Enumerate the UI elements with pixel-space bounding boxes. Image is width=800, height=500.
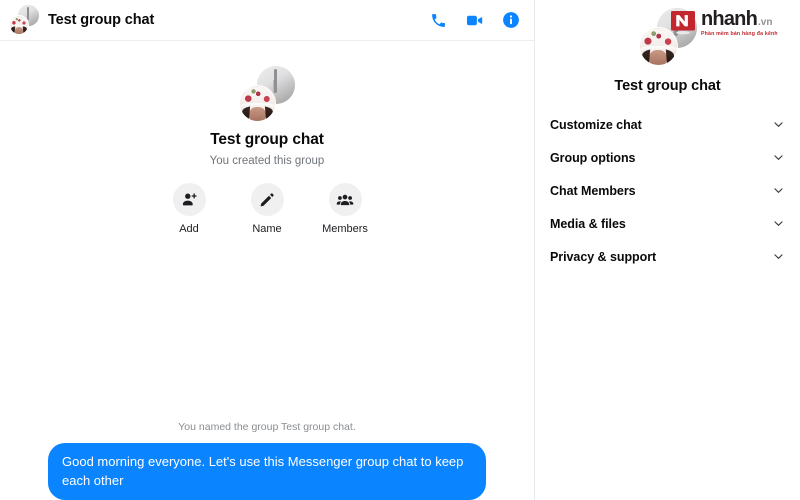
avatar-primary [9, 15, 29, 35]
system-message: You named the group Test group chat. [178, 421, 356, 433]
chevron-down-icon [772, 184, 785, 197]
avatar-primary [239, 85, 276, 122]
add-people-label: Add [179, 223, 199, 235]
menu-item-label: Chat Members [550, 183, 636, 198]
menu-item-label: Group options [550, 150, 636, 165]
quick-actions: Add Name Members [161, 183, 373, 235]
chat-column: Test group chat Test group chat You crea… [0, 0, 535, 500]
menu-item-label: Media & files [550, 216, 626, 231]
menu-item-chat-members[interactable]: Chat Members [546, 174, 789, 207]
info-circle-icon [503, 12, 519, 28]
add-person-icon [182, 193, 197, 206]
add-people-button[interactable]: Add [161, 183, 217, 235]
change-name-button[interactable]: Name [239, 183, 295, 235]
messenger-window: Test group chat Test group chat You crea… [0, 0, 800, 500]
outgoing-message-bubble[interactable]: Good morning everyone. Let's use this Me… [48, 443, 486, 500]
video-call-button[interactable] [465, 11, 484, 30]
chevron-down-icon [772, 118, 785, 131]
audio-call-button[interactable] [430, 12, 447, 29]
header-actions [430, 11, 520, 30]
pencil-circle [250, 183, 284, 216]
group-avatar-large[interactable] [239, 66, 295, 122]
conversation-footer: You named the group Test group chat. Goo… [0, 421, 534, 500]
conversation-body: Test group chat You created this group A… [0, 41, 534, 500]
phone-icon [432, 13, 445, 27]
chat-title: Test group chat [48, 12, 155, 28]
chevron-down-icon [772, 151, 785, 164]
menu-item-media-files[interactable]: Media & files [546, 207, 789, 240]
pencil-icon [260, 192, 274, 206]
group-intro: Test group chat You created this group A… [0, 66, 534, 235]
group-name: Test group chat [210, 131, 324, 148]
avatar-primary [638, 27, 678, 66]
conversation-details-panel: Test group chat Customize chat Group opt… [535, 0, 800, 500]
menu-item-privacy-support[interactable]: Privacy & support [546, 240, 789, 273]
members-label: Members [322, 223, 368, 235]
menu-item-customize-chat[interactable]: Customize chat [546, 108, 789, 141]
group-creation-note: You created this group [209, 155, 325, 167]
chat-header: Test group chat [0, 0, 534, 41]
message-row: Good morning everyone. Let's use this Me… [0, 443, 534, 500]
details-group-name: Test group chat [614, 78, 721, 94]
change-name-label: Name [252, 223, 282, 235]
menu-item-group-options[interactable]: Group options [546, 141, 789, 174]
details-menu: Customize chat Group options Chat Member… [535, 108, 800, 273]
members-group-icon [336, 194, 354, 205]
chevron-down-icon [772, 250, 785, 263]
details-header: Test group chat [535, 0, 800, 94]
video-camera-icon [466, 15, 483, 25]
chevron-down-icon [772, 217, 785, 230]
menu-item-label: Privacy & support [550, 249, 657, 264]
group-avatar[interactable] [9, 5, 39, 35]
group-avatar-details[interactable] [638, 8, 697, 66]
conversation-info-button[interactable] [502, 11, 520, 29]
add-person-circle [172, 183, 206, 216]
members-button[interactable]: Members [317, 183, 373, 235]
menu-item-label: Customize chat [550, 117, 642, 132]
members-circle [328, 183, 362, 216]
